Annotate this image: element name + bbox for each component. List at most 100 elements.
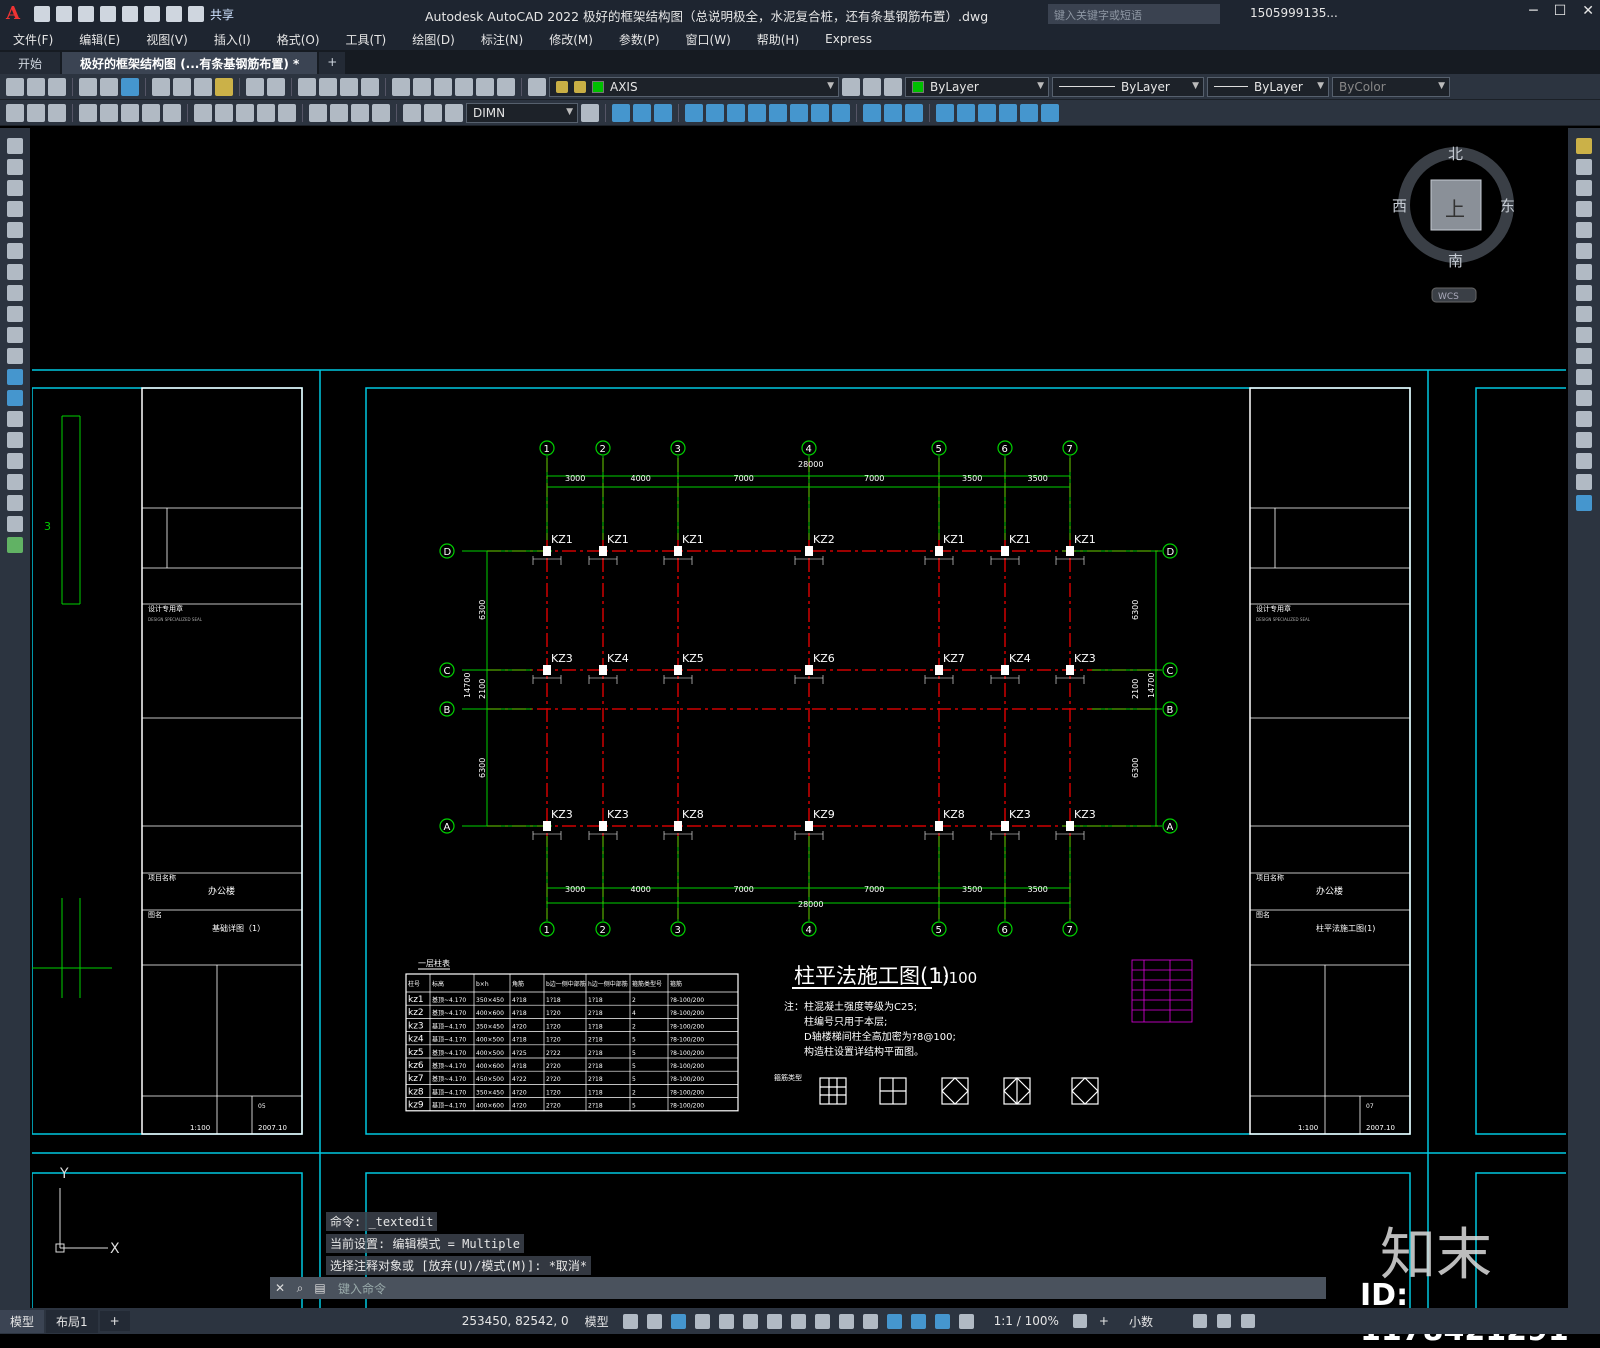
redo-icon[interactable] bbox=[267, 77, 285, 96]
fillet-icon[interactable] bbox=[1576, 453, 1592, 469]
tab-layout1[interactable]: 布局1 bbox=[46, 1309, 98, 1333]
clean-screen-icon[interactable] bbox=[1216, 1314, 1231, 1328]
linetype-dropdown[interactable]: ByLayer ▼ bbox=[1052, 76, 1204, 97]
undo-icon[interactable] bbox=[166, 6, 182, 22]
osnap-icon[interactable] bbox=[790, 1313, 806, 1329]
menu-modify[interactable]: 修改(M) bbox=[536, 31, 606, 48]
design-center-icon[interactable] bbox=[413, 77, 431, 96]
save-icon[interactable] bbox=[78, 6, 94, 22]
add-layout-button[interactable]: + bbox=[99, 1311, 130, 1331]
osnap-tracking-icon[interactable] bbox=[766, 1313, 782, 1329]
menu-format[interactable]: 格式(O) bbox=[264, 31, 333, 48]
insert-block-icon[interactable] bbox=[7, 369, 23, 385]
interfere-icon[interactable] bbox=[832, 103, 850, 122]
properties-icon[interactable] bbox=[392, 77, 410, 96]
zoom-previous-icon[interactable] bbox=[361, 77, 379, 96]
calculator-icon[interactable] bbox=[476, 77, 494, 96]
selection-cycling-icon[interactable] bbox=[862, 1313, 878, 1329]
menu-dimension[interactable]: 标注(N) bbox=[468, 31, 536, 48]
offset-faces-icon[interactable] bbox=[978, 103, 996, 122]
menu-express[interactable]: Express bbox=[812, 32, 885, 46]
hatch-icon[interactable] bbox=[7, 432, 23, 448]
tab-model[interactable]: 模型 bbox=[0, 1309, 45, 1333]
rotate-icon[interactable] bbox=[1576, 264, 1592, 280]
subtract-icon[interactable] bbox=[884, 103, 902, 122]
menu-draw[interactable]: 绘图(D) bbox=[399, 31, 468, 48]
arc-icon[interactable] bbox=[7, 243, 23, 259]
ordinate-dim-icon[interactable] bbox=[79, 103, 97, 122]
annotation-scale-icon[interactable] bbox=[958, 1313, 974, 1329]
layer-dropdown[interactable]: AXIS ▼ bbox=[549, 76, 839, 97]
region-icon[interactable] bbox=[7, 474, 23, 490]
new-icon[interactable] bbox=[6, 77, 24, 96]
sun-icon[interactable] bbox=[574, 80, 586, 93]
dimstyle-dropdown[interactable]: DIMN ▼ bbox=[466, 102, 578, 123]
menu-window[interactable]: 窗口(W) bbox=[673, 31, 744, 48]
plus-icon[interactable]: + bbox=[1099, 1314, 1109, 1328]
undo-icon[interactable] bbox=[246, 77, 264, 96]
menu-edit[interactable]: 编辑(E) bbox=[66, 31, 133, 48]
match-properties-icon[interactable] bbox=[215, 77, 233, 96]
print-icon[interactable] bbox=[79, 77, 97, 96]
union-icon[interactable] bbox=[863, 103, 881, 122]
lineweight-icon[interactable] bbox=[814, 1313, 830, 1329]
save-icon[interactable] bbox=[48, 77, 66, 96]
extend-icon[interactable] bbox=[1576, 348, 1592, 364]
dim-space-icon[interactable] bbox=[257, 103, 275, 122]
menu-file[interactable]: 文件(F) bbox=[0, 31, 66, 48]
3d-mirror-icon[interactable] bbox=[748, 103, 766, 122]
cut-icon[interactable] bbox=[152, 77, 170, 96]
section-plane-icon[interactable] bbox=[790, 103, 808, 122]
user-account[interactable]: 1505999135... bbox=[1250, 6, 1338, 20]
layer-properties-icon[interactable] bbox=[528, 77, 546, 96]
3d-osnap-icon[interactable] bbox=[886, 1313, 902, 1329]
copy-icon[interactable] bbox=[173, 77, 191, 96]
erase-icon[interactable] bbox=[1576, 138, 1592, 154]
center-mark-icon[interactable] bbox=[330, 103, 348, 122]
minimize-icon[interactable]: ─ bbox=[1529, 3, 1537, 19]
table-icon[interactable] bbox=[7, 495, 23, 511]
dim-break-icon[interactable] bbox=[278, 103, 296, 122]
compass-west[interactable]: 西 bbox=[1392, 197, 1407, 215]
model-space-toggle[interactable]: 模型 bbox=[585, 1313, 609, 1330]
3d-cone-icon[interactable] bbox=[654, 103, 672, 122]
intersect-icon[interactable] bbox=[905, 103, 923, 122]
linear-dim-icon[interactable] bbox=[6, 103, 24, 122]
sheet-set-icon[interactable] bbox=[455, 77, 473, 96]
snap-icon[interactable] bbox=[646, 1313, 662, 1329]
dynamic-ucs-icon[interactable] bbox=[910, 1313, 926, 1329]
quick-properties-icon[interactable] bbox=[1192, 1314, 1207, 1328]
ellipse-arc-icon[interactable] bbox=[7, 348, 23, 364]
annotation-visibility-icon[interactable] bbox=[934, 1313, 950, 1329]
dim-text-edit-icon[interactable] bbox=[424, 103, 442, 122]
break-icon[interactable] bbox=[1576, 390, 1592, 406]
dim-update-icon[interactable] bbox=[445, 103, 463, 122]
menu-view[interactable]: 视图(V) bbox=[133, 31, 201, 48]
make-block-icon[interactable] bbox=[7, 390, 23, 406]
autocad-logo-icon[interactable]: A bbox=[6, 2, 30, 26]
help-icon[interactable] bbox=[497, 77, 515, 96]
viewcube[interactable]: 上 北 南 东 西 WCS bbox=[1392, 145, 1515, 303]
scale-icon[interactable] bbox=[1576, 285, 1592, 301]
plotstyle-dropdown[interactable]: ByColor ▼ bbox=[1332, 76, 1450, 97]
publish-icon[interactable] bbox=[121, 77, 139, 96]
3d-box-icon[interactable] bbox=[612, 103, 630, 122]
gradient-icon[interactable] bbox=[7, 453, 23, 469]
tool-palette-icon[interactable] bbox=[434, 77, 452, 96]
infer-constraints-icon[interactable] bbox=[670, 1313, 686, 1329]
close-command-icon[interactable]: ✕ bbox=[270, 1281, 290, 1295]
hamburger-menu-icon[interactable] bbox=[1240, 1314, 1255, 1328]
array-icon[interactable] bbox=[1576, 222, 1592, 238]
add-selected-icon[interactable] bbox=[7, 537, 23, 553]
drawing-canvas[interactable]: 设计专用章 DESIGN SPECIALIZED SEAL 项目名称 办公楼 图… bbox=[32, 128, 1566, 1308]
wcs-menu[interactable]: WCS bbox=[1438, 292, 1459, 302]
3d-rotate-icon[interactable] bbox=[706, 103, 724, 122]
color-dropdown[interactable]: ByLayer ▼ bbox=[905, 76, 1049, 97]
new-file-icon[interactable] bbox=[34, 6, 50, 22]
continue-dim-icon[interactable] bbox=[236, 103, 254, 122]
rectangle-icon[interactable] bbox=[7, 222, 23, 238]
paste-icon[interactable] bbox=[194, 77, 212, 96]
ellipse-icon[interactable] bbox=[7, 327, 23, 343]
zoom-realtime-icon[interactable] bbox=[319, 77, 337, 96]
menu-help[interactable]: 帮助(H) bbox=[744, 31, 812, 48]
